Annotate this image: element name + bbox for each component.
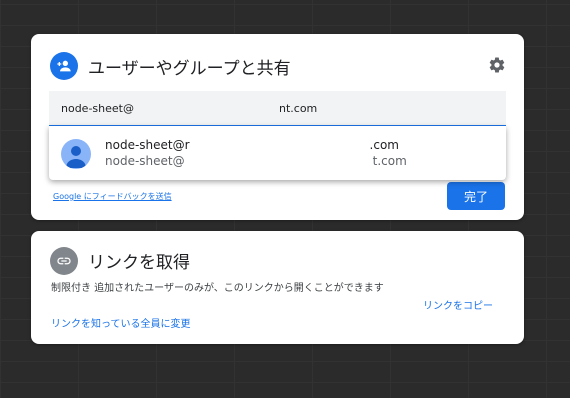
- share-email-input[interactable]: node-sheet@ nt.com: [49, 91, 506, 127]
- done-button[interactable]: 完了: [447, 182, 505, 210]
- suggestion-name-prefix: node-sheet@r: [105, 138, 190, 152]
- link-icon: [50, 247, 78, 275]
- input-value-suffix: nt.com: [278, 102, 318, 115]
- input-value-prefix: node-sheet@: [61, 102, 134, 115]
- avatar: [61, 139, 91, 169]
- feedback-link[interactable]: Google にフィードバックを送信: [53, 191, 172, 202]
- suggestion-name-suffix: .com: [369, 138, 399, 152]
- suggestion-email-prefix: node-sheet@: [105, 154, 185, 168]
- suggestion-email-suffix: t.com: [372, 154, 407, 168]
- suggestion-dropdown: node-sheet@r .com node-sheet@ t.com: [49, 126, 506, 180]
- copy-link-button[interactable]: リンクをコピー: [423, 297, 493, 312]
- person-add-icon: [50, 52, 78, 80]
- share-dialog-title: ユーザーやグループと共有: [88, 59, 291, 79]
- suggestion-email[interactable]: node-sheet@ t.com: [105, 154, 407, 168]
- get-link-dialog: リンクを取得 制限付き 追加されたユーザーのみが、このリンクから開くことができま…: [31, 231, 524, 344]
- gear-icon[interactable]: [488, 56, 506, 74]
- change-link-access-link[interactable]: リンクを知っている全員に変更: [51, 315, 191, 330]
- link-restriction-description: 制限付き 追加されたユーザーのみが、このリンクから開くことができます: [51, 283, 384, 294]
- suggestion-name[interactable]: node-sheet@r .com: [105, 138, 399, 152]
- redacted-text: [134, 105, 279, 113]
- get-link-title: リンクを取得: [88, 253, 190, 273]
- share-email-input-value: node-sheet@ nt.com: [61, 102, 317, 115]
